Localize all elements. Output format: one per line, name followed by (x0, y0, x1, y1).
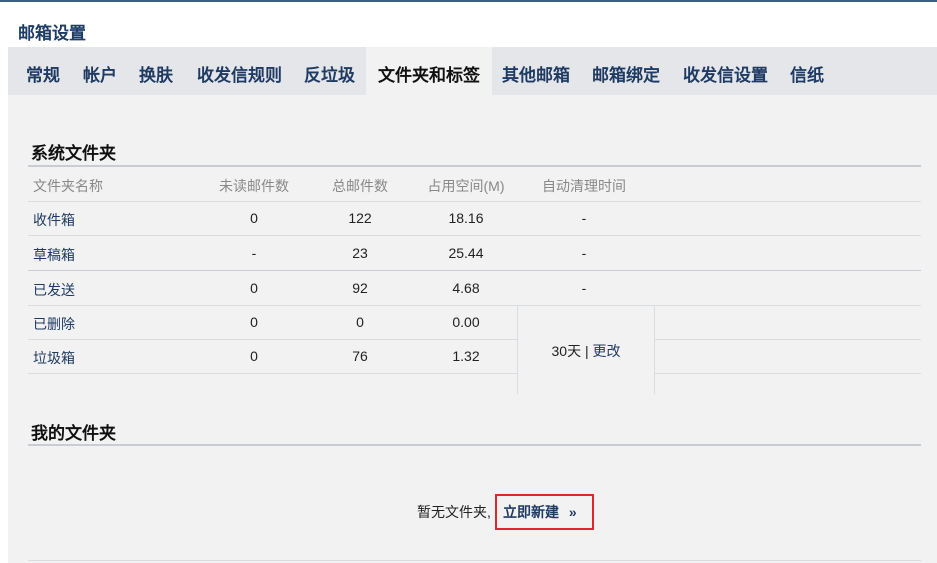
tab-general[interactable]: 常规 (26, 47, 60, 95)
row-divider (653, 373, 921, 374)
tab-folders-and-labels[interactable]: 文件夹和标签 (366, 47, 492, 95)
cleanup-setting: 30天 | 更改 (518, 341, 654, 361)
merged-cleanup-cell: 30天 | 更改 (517, 306, 655, 394)
header-total: 总邮件数 (332, 178, 388, 194)
total-count: 0 (356, 314, 364, 330)
total-count: 23 (352, 245, 368, 261)
bottom-divider (28, 560, 921, 561)
system-folders-rule (28, 165, 921, 167)
top-border (0, 0, 937, 2)
total-count: 76 (352, 348, 368, 364)
folder-name-deleted[interactable]: 已删除 (33, 314, 75, 334)
no-folders-text: 暂无文件夹, (417, 504, 491, 520)
row-divider (28, 201, 921, 202)
system-folders-title: 系统文件夹 (31, 144, 116, 163)
tab-mail-rules[interactable]: 收发信规则 (197, 47, 282, 95)
header-folder-name: 文件夹名称 (33, 178, 103, 194)
tab-stationery[interactable]: 信纸 (790, 47, 824, 95)
unread-count: - (251, 245, 257, 261)
settings-tab-bar: 常规 帐户 换肤 收发信规则 反垃圾 文件夹和标签 其他邮箱 邮箱绑定 收发信设… (8, 47, 937, 95)
my-folders-title: 我的文件夹 (31, 424, 116, 443)
tab-mailbox-binding[interactable]: 邮箱绑定 (592, 47, 660, 95)
space-used: 18.16 (448, 210, 484, 226)
folder-name-sent[interactable]: 已发送 (33, 280, 75, 300)
tab-send-receive-settings[interactable]: 收发信设置 (683, 47, 768, 95)
unread-count: 0 (250, 348, 258, 364)
cleanup-days: 30天 (551, 343, 582, 359)
cleanup-separator: | (581, 343, 593, 359)
cleanup-time: - (581, 210, 587, 226)
header-space: 占用空间(M) (427, 178, 505, 194)
tab-other-mailboxes[interactable]: 其他邮箱 (502, 47, 570, 95)
my-folders-rule (28, 444, 921, 446)
row-divider (28, 270, 921, 271)
folder-name-drafts[interactable]: 草稿箱 (33, 245, 75, 265)
tab-anti-spam[interactable]: 反垃圾 (304, 47, 355, 95)
header-unread: 未读邮件数 (219, 178, 289, 194)
header-auto-cleanup: 自动清理时间 (542, 178, 626, 194)
row-divider (653, 339, 921, 340)
page-title: 邮箱设置 (18, 24, 86, 43)
create-folder-label: 立即新建 (503, 504, 559, 520)
space-used: 25.44 (448, 245, 484, 261)
total-count: 92 (352, 280, 368, 296)
tab-account[interactable]: 帐户 (83, 47, 117, 95)
folder-name-spam[interactable]: 垃圾箱 (33, 348, 75, 368)
cleanup-time: - (581, 245, 587, 261)
space-used: 0.00 (452, 314, 480, 330)
unread-count: 0 (250, 314, 258, 330)
total-count: 122 (348, 210, 372, 226)
row-divider (28, 305, 921, 306)
tab-skin[interactable]: 换肤 (139, 47, 173, 95)
row-divider (28, 373, 517, 374)
cleanup-time: - (581, 280, 587, 296)
space-used: 4.68 (452, 280, 480, 296)
space-used: 1.32 (452, 348, 480, 364)
change-cleanup-link[interactable]: 更改 (593, 343, 621, 359)
create-folder-button[interactable]: 立即新建 » (495, 494, 594, 530)
unread-count: 0 (250, 210, 258, 226)
unread-count: 0 (250, 280, 258, 296)
row-divider (28, 235, 921, 236)
double-chevron-right-icon: » (568, 504, 577, 520)
folder-name-inbox[interactable]: 收件箱 (33, 210, 75, 230)
row-divider (28, 339, 517, 340)
